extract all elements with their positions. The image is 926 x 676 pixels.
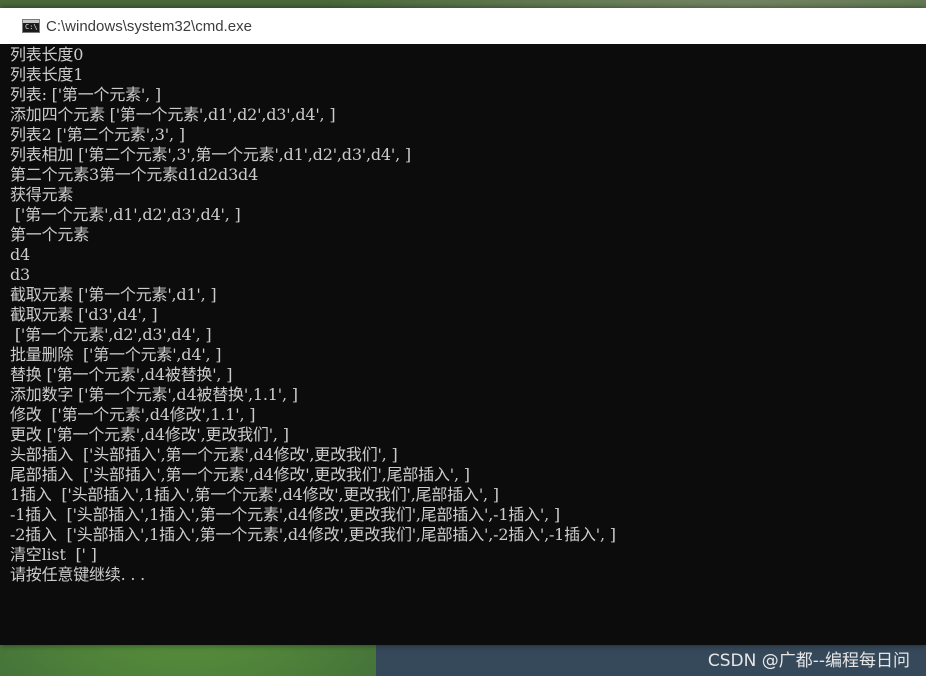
console-line: 列表2 ['第二个元素',3', ] <box>10 125 185 144</box>
console-line: -1插入 ['头部插入',1插入',第一个元素',d4修改',更改我们',尾部插… <box>10 505 560 524</box>
console-line: 列表: ['第一个元素', ] <box>10 85 161 104</box>
console-line: 列表长度0 <box>10 45 84 64</box>
console-line: -2插入 ['头部插入',1插入',第一个元素',d4修改',更改我们',尾部插… <box>10 525 616 544</box>
window-title: C:\windows\system32\cmd.exe <box>46 17 252 35</box>
console-line: 添加四个元素 ['第一个元素',d1',d2',d3',d4', ] <box>10 105 336 124</box>
console-line: 替换 ['第一个元素',d4被替换', ] <box>10 365 233 384</box>
console-line: 截取元素 ['d3',d4', ] <box>10 305 158 324</box>
console-line: ['第一个元素',d2',d3',d4', ] <box>10 325 212 344</box>
console-line: 批量删除 ['第一个元素',d4', ] <box>10 345 222 364</box>
console-line: d3 <box>10 265 31 284</box>
console-line: 第二个元素3第一个元素d1d2d3d4 <box>10 165 259 184</box>
console-line: 更改 ['第一个元素',d4修改',更改我们', ] <box>10 425 289 444</box>
console-line: 列表相加 ['第二个元素',3',第一个元素',d1',d2',d3',d4',… <box>10 145 411 164</box>
console-line: 获得元素 <box>10 185 74 204</box>
console-output[interactable]: 列表长度0 列表长度1 列表: ['第一个元素', ] 添加四个元素 ['第一个元素'… <box>10 45 920 640</box>
console-line: 修改 ['第一个元素',d4修改',1.1', ] <box>10 405 256 424</box>
console-line: 请按任意键继续. . . <box>10 565 146 584</box>
console-line: 列表长度1 <box>10 65 84 84</box>
cmd-window[interactable]: C:\windows\system32\cmd.exe 列表长度0列表长度1列表… <box>0 8 926 645</box>
console-line: 第一个元素 <box>10 225 90 244</box>
console-line: 截取元素 ['第一个元素',d1', ] <box>10 285 217 304</box>
cmd-icon <box>22 19 40 33</box>
console-line: ['第一个元素',d1',d2',d3',d4', ] <box>10 205 241 224</box>
csdn-watermark: CSDN @广都--编程每日问 <box>707 651 910 671</box>
title-bar[interactable]: C:\windows\system32\cmd.exe <box>0 8 926 44</box>
console-line: 添加数字 ['第一个元素',d4被替换',1.1', ] <box>10 385 298 404</box>
console-line: 1插入 ['头部插入',1插入',第一个元素',d4修改',更改我们',尾部插入… <box>10 485 499 504</box>
console-line: 清空list [' ] <box>10 545 97 564</box>
console-line: d4 <box>10 245 31 264</box>
console-line: 尾部插入 ['头部插入',第一个元素',d4修改',更改我们',尾部插入', ] <box>10 465 470 484</box>
console-line: 头部插入 ['头部插入',第一个元素',d4修改',更改我们', ] <box>10 445 398 464</box>
